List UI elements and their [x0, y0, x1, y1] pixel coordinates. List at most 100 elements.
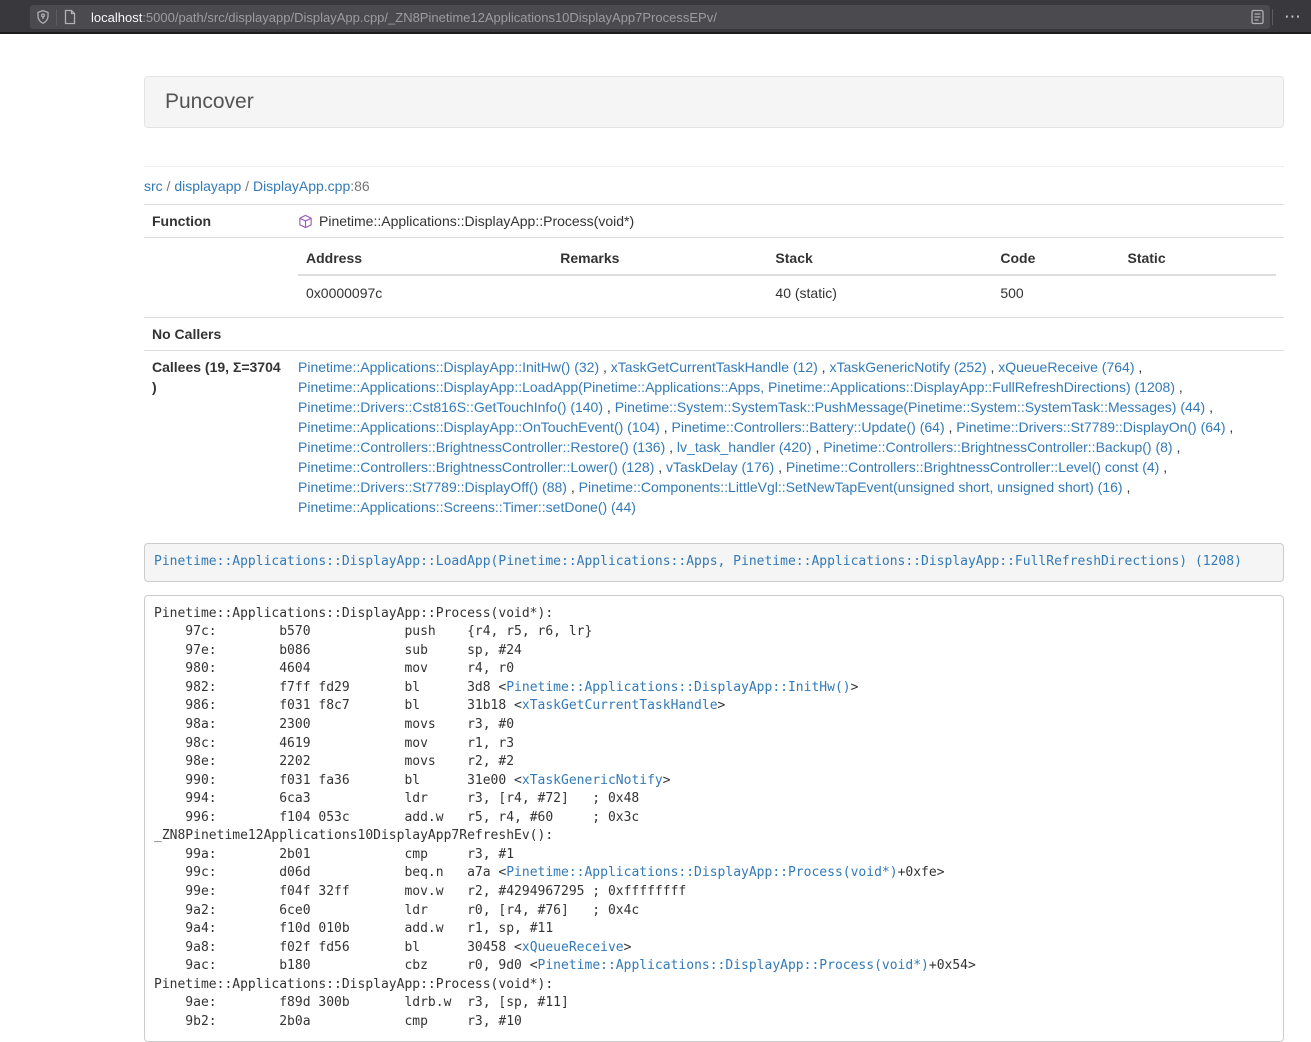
shield-icon[interactable] — [30, 5, 56, 29]
callee-link[interactable]: Pinetime::Controllers::BrightnessControl… — [786, 459, 1159, 475]
code-line: 99e: f04f 32ff mov.w r2, #4294967295 ; 0… — [154, 883, 1274, 902]
code-symbol-link[interactable]: Pinetime::Applications::DisplayApp::Init… — [506, 680, 850, 695]
code-line: 9a4: f10d 010b add.w r1, sp, #11 — [154, 920, 1274, 939]
code-line: Pinetime::Applications::DisplayApp::Proc… — [154, 605, 1274, 624]
callee-separator: , — [599, 359, 611, 375]
callee-link[interactable]: Pinetime::Controllers::BrightnessControl… — [298, 459, 654, 475]
page-content: Puncover src / displayapp / DisplayApp.c… — [144, 36, 1284, 1042]
url-text: localhost:5000/path/src/displayapp/Displ… — [91, 10, 1244, 25]
callee-link[interactable]: Pinetime::Applications::DisplayApp::Load… — [298, 379, 1175, 395]
page-actions-icon[interactable]: ⋯ — [1279, 5, 1307, 29]
breadcrumb-separator: / — [241, 178, 253, 194]
code-line: 98c: 4619 mov r1, r3 — [154, 735, 1274, 754]
code-line: 990: f031 fa36 bl 31e00 <xTaskGenericNot… — [154, 772, 1274, 791]
table-row: Function Pinetime::Applications::Display… — [144, 205, 1284, 238]
code-line: 986: f031 f8c7 bl 31b18 <xTaskGetCurrent… — [154, 697, 1274, 716]
callee-link[interactable]: Pinetime::Drivers::Cst816S::GetTouchInfo… — [298, 399, 603, 415]
callee-separator: , — [1123, 479, 1131, 495]
reader-mode-icon[interactable] — [1244, 5, 1270, 29]
assembly-code: Pinetime::Applications::DisplayApp::Proc… — [144, 595, 1284, 1042]
column-static: Static — [1119, 244, 1276, 275]
callee-link[interactable]: Pinetime::Applications::Screens::Timer::… — [298, 499, 636, 515]
callee-separator: , — [945, 419, 957, 435]
column-address: Address — [298, 244, 552, 275]
callee-link[interactable]: Pinetime::Applications::DisplayApp::OnTo… — [298, 419, 660, 435]
no-callers-label: No Callers — [144, 318, 290, 351]
breadcrumb-link[interactable]: src — [144, 178, 163, 194]
callee-separator: , — [818, 359, 830, 375]
stack-value: 40 (static) — [767, 275, 992, 311]
url-host: localhost — [91, 10, 142, 25]
browser-toolbar: localhost:5000/path/src/displayapp/Displ… — [0, 0, 1311, 34]
callee-separator: , — [1205, 399, 1213, 415]
table-row: No Callers — [144, 318, 1284, 351]
remarks-value — [552, 275, 767, 311]
code-line: 98e: 2202 movs r2, #2 — [154, 753, 1274, 772]
divider — [144, 166, 1284, 167]
callee-separator: , — [987, 359, 999, 375]
callee-separator: , — [1134, 359, 1142, 375]
breadcrumb: src / displayapp / DisplayApp.cpp:86 — [144, 178, 1284, 194]
code-line: 982: f7ff fd29 bl 3d8 <Pinetime::Applica… — [154, 679, 1274, 698]
callee-separator: , — [654, 459, 666, 475]
callee-separator: , — [660, 419, 672, 435]
code-line: 994: 6ca3 ldr r3, [r4, #72] ; 0x48 — [154, 790, 1274, 809]
code-line: 9ae: f89d 300b ldrb.w r3, [sp, #11] — [154, 994, 1274, 1013]
symbol-detail-table: Address Remarks Stack Code Static 0x0000… — [298, 244, 1276, 311]
url-bar[interactable]: localhost:5000/path/src/displayapp/Displ… — [30, 5, 1270, 29]
code-line: 98a: 2300 movs r3, #0 — [154, 716, 1274, 735]
callee-separator: , — [1173, 439, 1181, 455]
column-code: Code — [992, 244, 1119, 275]
code-line: 97e: b086 sub sp, #24 — [154, 642, 1274, 661]
callees-list: Pinetime::Applications::DisplayApp::Init… — [290, 351, 1284, 524]
callee-link[interactable]: vTaskDelay (176) — [666, 459, 774, 475]
callee-link[interactable]: Pinetime::Controllers::Battery::Update()… — [672, 419, 945, 435]
code-line: 9ac: b180 cbz r0, 9d0 <Pinetime::Applica… — [154, 957, 1274, 976]
callee-link[interactable]: lv_task_handler (420) — [677, 439, 812, 455]
code-line: Pinetime::Applications::DisplayApp::Proc… — [154, 976, 1274, 995]
breadcrumb-separator: / — [163, 178, 175, 194]
breadcrumb-link[interactable]: displayapp — [174, 178, 241, 194]
table-row: Callees (19, Σ=3704 ) Pinetime::Applicat… — [144, 351, 1284, 524]
callee-link[interactable]: xQueueReceive (764) — [998, 359, 1134, 375]
toolbar-separator — [1272, 9, 1273, 25]
code-line: 99a: 2b01 cmp r3, #1 — [154, 846, 1274, 865]
callee-link[interactable]: Pinetime::Applications::DisplayApp::Init… — [298, 359, 599, 375]
page-icon[interactable] — [57, 5, 83, 29]
callee-link[interactable]: Pinetime::Components::LittleVgl::SetNewT… — [579, 479, 1123, 495]
callee-separator: , — [1175, 379, 1183, 395]
callee-link[interactable]: xTaskGenericNotify (252) — [829, 359, 986, 375]
code-line: 9a8: f02f fd56 bl 30458 <xQueueReceive> — [154, 939, 1274, 958]
callee-link[interactable]: xTaskGetCurrentTaskHandle (12) — [611, 359, 818, 375]
code-line: 996: f104 053c add.w r5, r4, #60 ; 0x3c — [154, 809, 1274, 828]
code-line: 9b2: 2b0a cmp r3, #10 — [154, 1013, 1274, 1032]
callee-link[interactable]: Pinetime::System::SystemTask::PushMessag… — [615, 399, 1206, 415]
address-value: 0x0000097c — [298, 275, 552, 311]
callee-link[interactable]: Pinetime::Controllers::BrightnessControl… — [823, 439, 1172, 455]
code-symbol-link[interactable]: xTaskGetCurrentTaskHandle — [522, 698, 718, 713]
loadapp-signature-link[interactable]: Pinetime::Applications::DisplayApp::Load… — [154, 554, 1242, 569]
code-line: 980: 4604 mov r4, r0 — [154, 660, 1274, 679]
code-symbol-link[interactable]: xQueueReceive — [522, 940, 624, 955]
empty-label — [144, 238, 290, 318]
page-title: Puncover — [165, 90, 254, 113]
code-line: 9a2: 6ce0 ldr r0, [r4, #76] ; 0x4c — [154, 902, 1274, 921]
static-value — [1119, 275, 1276, 311]
callee-separator: , — [567, 479, 579, 495]
callee-link[interactable]: Pinetime::Controllers::BrightnessControl… — [298, 439, 665, 455]
function-name-cell: Pinetime::Applications::DisplayApp::Proc… — [290, 205, 1284, 238]
callers-cell — [290, 318, 1284, 351]
callees-label: Callees (19, Σ=3704 ) — [144, 351, 290, 524]
breadcrumb-link[interactable]: DisplayApp.cpp — [253, 178, 350, 194]
cube-icon — [298, 214, 313, 229]
callee-link[interactable]: Pinetime::Drivers::St7789::DisplayOff() … — [298, 479, 567, 495]
code-symbol-link[interactable]: Pinetime::Applications::DisplayApp::Proc… — [538, 958, 929, 973]
callee-separator: , — [603, 399, 615, 415]
code-symbol-link[interactable]: Pinetime::Applications::DisplayApp::Proc… — [506, 865, 897, 880]
callee-separator: , — [1159, 459, 1167, 475]
function-table: Function Pinetime::Applications::Display… — [144, 204, 1284, 523]
callee-separator: , — [1226, 419, 1234, 435]
signature-block: Pinetime::Applications::DisplayApp::Load… — [144, 543, 1284, 582]
code-symbol-link[interactable]: xTaskGenericNotify — [522, 773, 663, 788]
callee-link[interactable]: Pinetime::Drivers::St7789::DisplayOn() (… — [956, 419, 1225, 435]
